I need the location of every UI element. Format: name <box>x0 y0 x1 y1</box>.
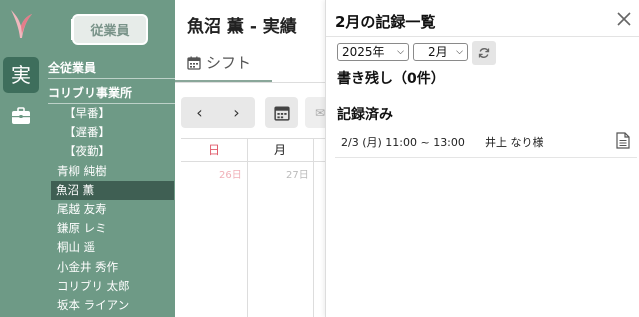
sidebar-staff-item[interactable]: コリブリ 太郎 <box>52 277 175 296</box>
month-select[interactable]: 2月 ⌵ <box>413 43 468 61</box>
prev-button[interactable]: ‹ <box>181 97 218 128</box>
sidebar-staff-item[interactable]: 青柳 純樹 <box>52 162 175 181</box>
sidebar-staff-item[interactable]: 桐山 遥 <box>52 238 175 257</box>
recorded-heading: 記録済み <box>337 107 393 123</box>
record-client: 井上 なり様 <box>485 136 544 149</box>
panel-divider <box>326 36 639 37</box>
chevron-down-icon: ⌵ <box>397 47 404 57</box>
date-cell-27[interactable]: 27日 <box>286 166 309 181</box>
sidebar-group-night[interactable]: 【夜勤】 <box>52 142 175 161</box>
records-panel: 2月の記録一覧 2025年 ⌵ 2月 ⌵ 書き残し（0件） 記録済み 2/3 (… <box>325 0 639 317</box>
next-button[interactable]: › <box>218 97 255 128</box>
staff-toggle-button[interactable]: 従業員 <box>71 14 148 45</box>
sidebar-staff-item[interactable]: 坂本 ライアン <box>52 296 175 315</box>
sidebar-staff-item[interactable]: 小金井 秀作 <box>52 258 175 277</box>
office-header[interactable]: コリブリ事業所 <box>48 84 175 104</box>
calendar-picker-button[interactable] <box>265 97 298 128</box>
weekday-monday: 月 <box>247 139 313 162</box>
date-nav-group: ‹ › <box>181 97 255 128</box>
briefcase-nav-button[interactable] <box>3 98 39 134</box>
tab-shift[interactable]: シフト <box>187 52 251 73</box>
logo-icon[interactable] <box>5 6 35 42</box>
calendar-icon <box>187 56 201 70</box>
refresh-icon <box>478 48 490 58</box>
all-staff-header[interactable]: 全従業員 <box>48 59 175 79</box>
sidebar-group-late[interactable]: 【遅番】 <box>52 123 175 142</box>
close-icon[interactable] <box>615 10 633 28</box>
calendar-grid: 日 月 26日 27日 <box>181 138 325 317</box>
icon-rail: 実 <box>0 0 44 317</box>
page-title: 魚沼 薫 - 実績 <box>187 17 297 37</box>
grid-line <box>313 139 314 317</box>
staff-sidebar: 従業員 全従業員 コリブリ事業所 【早番】 【遅番】 【夜勤】 青柳 純樹 魚沼… <box>44 0 175 317</box>
toolbar-icon: ✉ <box>314 105 325 120</box>
briefcase-icon <box>12 107 30 124</box>
panel-title: 2月の記録一覧 <box>335 13 436 31</box>
sidebar-staff-item-selected[interactable]: 魚沼 薫 <box>51 181 174 200</box>
chevron-left-icon: ‹ <box>196 103 203 122</box>
record-row[interactable]: 2/3 (月) 11:00 ~ 13:00 井上 なり様 <box>335 128 637 158</box>
weekday-tuesday <box>313 139 325 162</box>
refresh-button[interactable] <box>472 41 496 65</box>
year-select[interactable]: 2025年 ⌵ <box>337 43 409 61</box>
sidebar-staff-item[interactable]: 尾越 友寿 <box>52 200 175 219</box>
grid-line <box>247 139 248 317</box>
records-nav-button[interactable]: 実 <box>3 57 39 93</box>
main-content: 魚沼 薫 - 実績 シフト ‹ › ✉ 日 月 26日 27日 <box>175 0 325 317</box>
tab-divider <box>175 82 325 83</box>
partial-toolbar-button[interactable]: ✉ <box>305 97 325 128</box>
record-datetime: 2/3 (月) 11:00 ~ 13:00 <box>341 136 465 149</box>
date-cell-26[interactable]: 26日 <box>219 166 242 181</box>
chevron-right-icon: › <box>233 103 240 122</box>
document-icon[interactable] <box>616 132 630 149</box>
sidebar-group-early[interactable]: 【早番】 <box>52 104 175 123</box>
chevron-down-icon: ⌵ <box>456 47 463 57</box>
sidebar-staff-item[interactable]: 鎌原 レミ <box>52 219 175 238</box>
weekday-sunday: 日 <box>181 139 247 162</box>
calendar-icon <box>273 106 290 121</box>
pending-heading: 書き残し（0件） <box>337 71 445 87</box>
